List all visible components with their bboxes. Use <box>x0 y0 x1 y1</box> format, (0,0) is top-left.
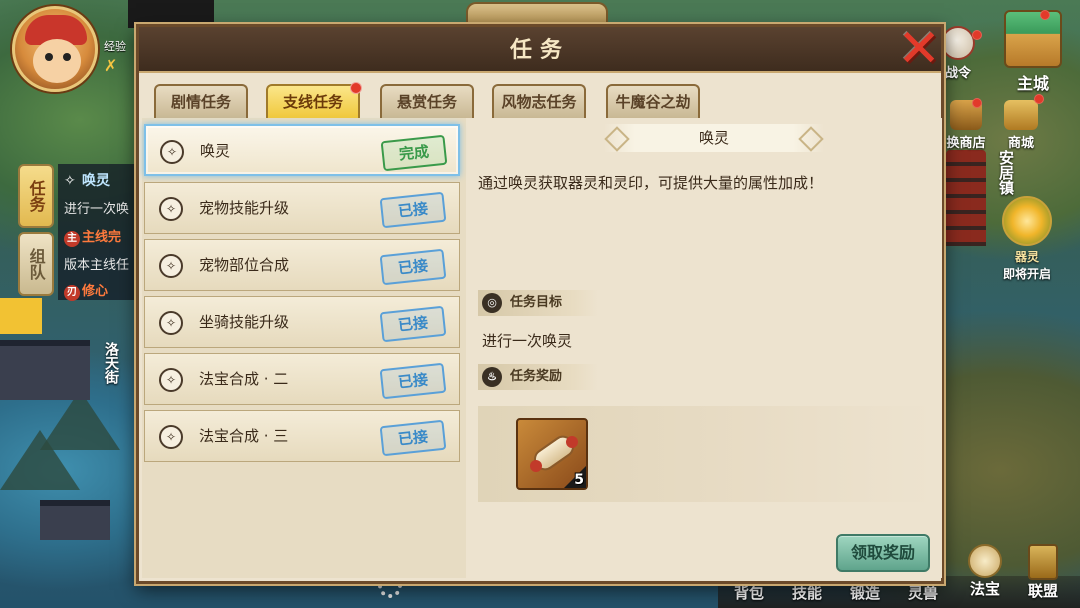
task-name: 法宝合成 · 三 <box>199 427 289 445</box>
battle-pass-icon <box>941 26 975 60</box>
task-row[interactable]: ✧ 宠物技能升级 已接 <box>144 182 460 234</box>
pagoda-building <box>946 150 986 246</box>
notify-dot <box>1040 10 1050 20</box>
task-row[interactable]: ✧ 宠物部位合成 已接 <box>144 239 460 291</box>
task-row[interactable]: ✧ 法宝合成 · 二 已接 <box>144 353 460 405</box>
task-name: 唤灵 <box>200 142 231 160</box>
forge-button[interactable]: 锻造 <box>850 582 880 603</box>
reward-scroll-item[interactable]: 5 <box>516 418 588 490</box>
spirit-icon: ✧ <box>159 311 183 335</box>
tab-bounty[interactable]: 悬赏任务 <box>380 84 474 118</box>
tab-story[interactable]: 剧情任务 <box>154 84 248 118</box>
treasure-button[interactable]: 法宝 <box>962 544 1008 599</box>
objective-header: ◎ 任务目标 <box>478 290 598 316</box>
detail-description: 通过唤灵获取器灵和灵印，可提供大量的属性加成！ <box>478 174 824 192</box>
claim-reward-button[interactable]: 领取奖励 <box>836 534 930 572</box>
notify-dot <box>972 98 982 108</box>
street-sign: 洛天街 <box>103 342 119 384</box>
player-avatar[interactable] <box>12 6 98 92</box>
tab-side-quest[interactable]: 支线任务 <box>266 84 360 118</box>
task-row[interactable]: ✧ 坐骑技能升级 已接 <box>144 296 460 348</box>
spirit-beast-button[interactable]: 灵兽 <box>908 582 938 603</box>
reward-count: 5 <box>574 472 584 488</box>
close-icon[interactable]: ✕ <box>894 23 944 75</box>
notify-dot <box>1034 94 1044 104</box>
alliance-banner-icon <box>1028 544 1058 580</box>
main-quest-icon: 主 <box>64 231 80 247</box>
notify-dot <box>972 30 982 40</box>
mall-icon <box>1004 100 1038 130</box>
task-tracker[interactable]: ✧ 唤灵 进行一次唤 主主线完 版本主线任 刃修心 <box>58 164 138 301</box>
side-tab-team[interactable]: 组队 <box>18 232 54 296</box>
status-stamp-complete: 完成 <box>380 134 448 172</box>
spirit-icon: ✧ <box>159 197 183 221</box>
notify-dot <box>350 82 362 94</box>
objective-text: 进行一次唤灵 <box>482 332 573 350</box>
status-stamp-accepted: 已接 <box>379 191 447 229</box>
alliance-button[interactable]: 联盟 <box>1018 544 1068 601</box>
header-crest <box>466 2 608 24</box>
spirit-icon: ✧ <box>64 173 76 189</box>
tracker-version: 版本主线任 <box>64 258 130 273</box>
tracker-title[interactable]: ✧ 唤灵 <box>64 170 138 190</box>
target-icon: ◎ <box>482 293 502 313</box>
tracker-xiu-line[interactable]: 刃修心 <box>64 280 138 301</box>
map-building <box>0 340 90 400</box>
side-tab-tasks[interactable]: 任务 <box>18 164 54 228</box>
status-stamp-accepted: 已接 <box>379 362 447 400</box>
bag-button[interactable]: 背包 <box>734 582 764 603</box>
side-indicator <box>0 298 42 334</box>
tab-customs-log[interactable]: 风物志任务 <box>492 84 586 118</box>
map-building <box>40 500 110 540</box>
detail-title: 唤灵 <box>604 124 824 152</box>
exp-icon: ✗ <box>104 56 118 75</box>
exchange-shop-button[interactable]: 换商店 <box>942 100 990 151</box>
task-row[interactable]: ✧ 唤灵 完成 <box>144 124 460 176</box>
task-name: 法宝合成 · 二 <box>199 370 289 388</box>
status-stamp-accepted: 已接 <box>379 305 447 343</box>
city-gate-icon <box>1004 10 1062 68</box>
status-stamp-accepted: 已接 <box>379 248 447 286</box>
task-name: 宠物部位合成 <box>199 256 290 274</box>
town-sign: 安居镇 <box>997 150 1015 195</box>
exp-label: 经验 <box>104 40 126 53</box>
tracker-main-line[interactable]: 主主线完 <box>64 226 138 247</box>
pouch-icon: ♨ <box>482 367 502 387</box>
blade-icon: 刃 <box>64 285 80 301</box>
task-row[interactable]: ✧ 法宝合成 · 三 已接 <box>144 410 460 462</box>
reward-header: ♨ 任务奖励 <box>478 364 598 390</box>
artifact-spirit-button[interactable]: 器灵 即将开启 <box>996 196 1058 282</box>
spirit-icon: ✧ <box>159 254 183 278</box>
tracker-subtitle: 进行一次唤 <box>64 202 130 217</box>
artifact-spirit-icon <box>1002 196 1052 246</box>
task-name: 宠物技能升级 <box>199 199 290 217</box>
spirit-icon: ✧ <box>160 140 184 164</box>
task-name: 坐骑技能升级 <box>199 313 290 331</box>
main-city-button[interactable]: 主城 <box>1000 10 1066 94</box>
spirit-icon: ✧ <box>159 425 183 449</box>
skill-button[interactable]: 技能 <box>792 582 822 603</box>
snail-treasure-icon <box>968 544 1002 578</box>
dialog-title: 任务 <box>509 37 570 63</box>
tab-bull-demon-valley[interactable]: 牛魔谷之劫 <box>606 84 700 118</box>
status-stamp-accepted: 已接 <box>379 419 447 457</box>
spirit-icon: ✧ <box>159 368 183 392</box>
mall-button[interactable]: 商城 <box>998 100 1044 151</box>
